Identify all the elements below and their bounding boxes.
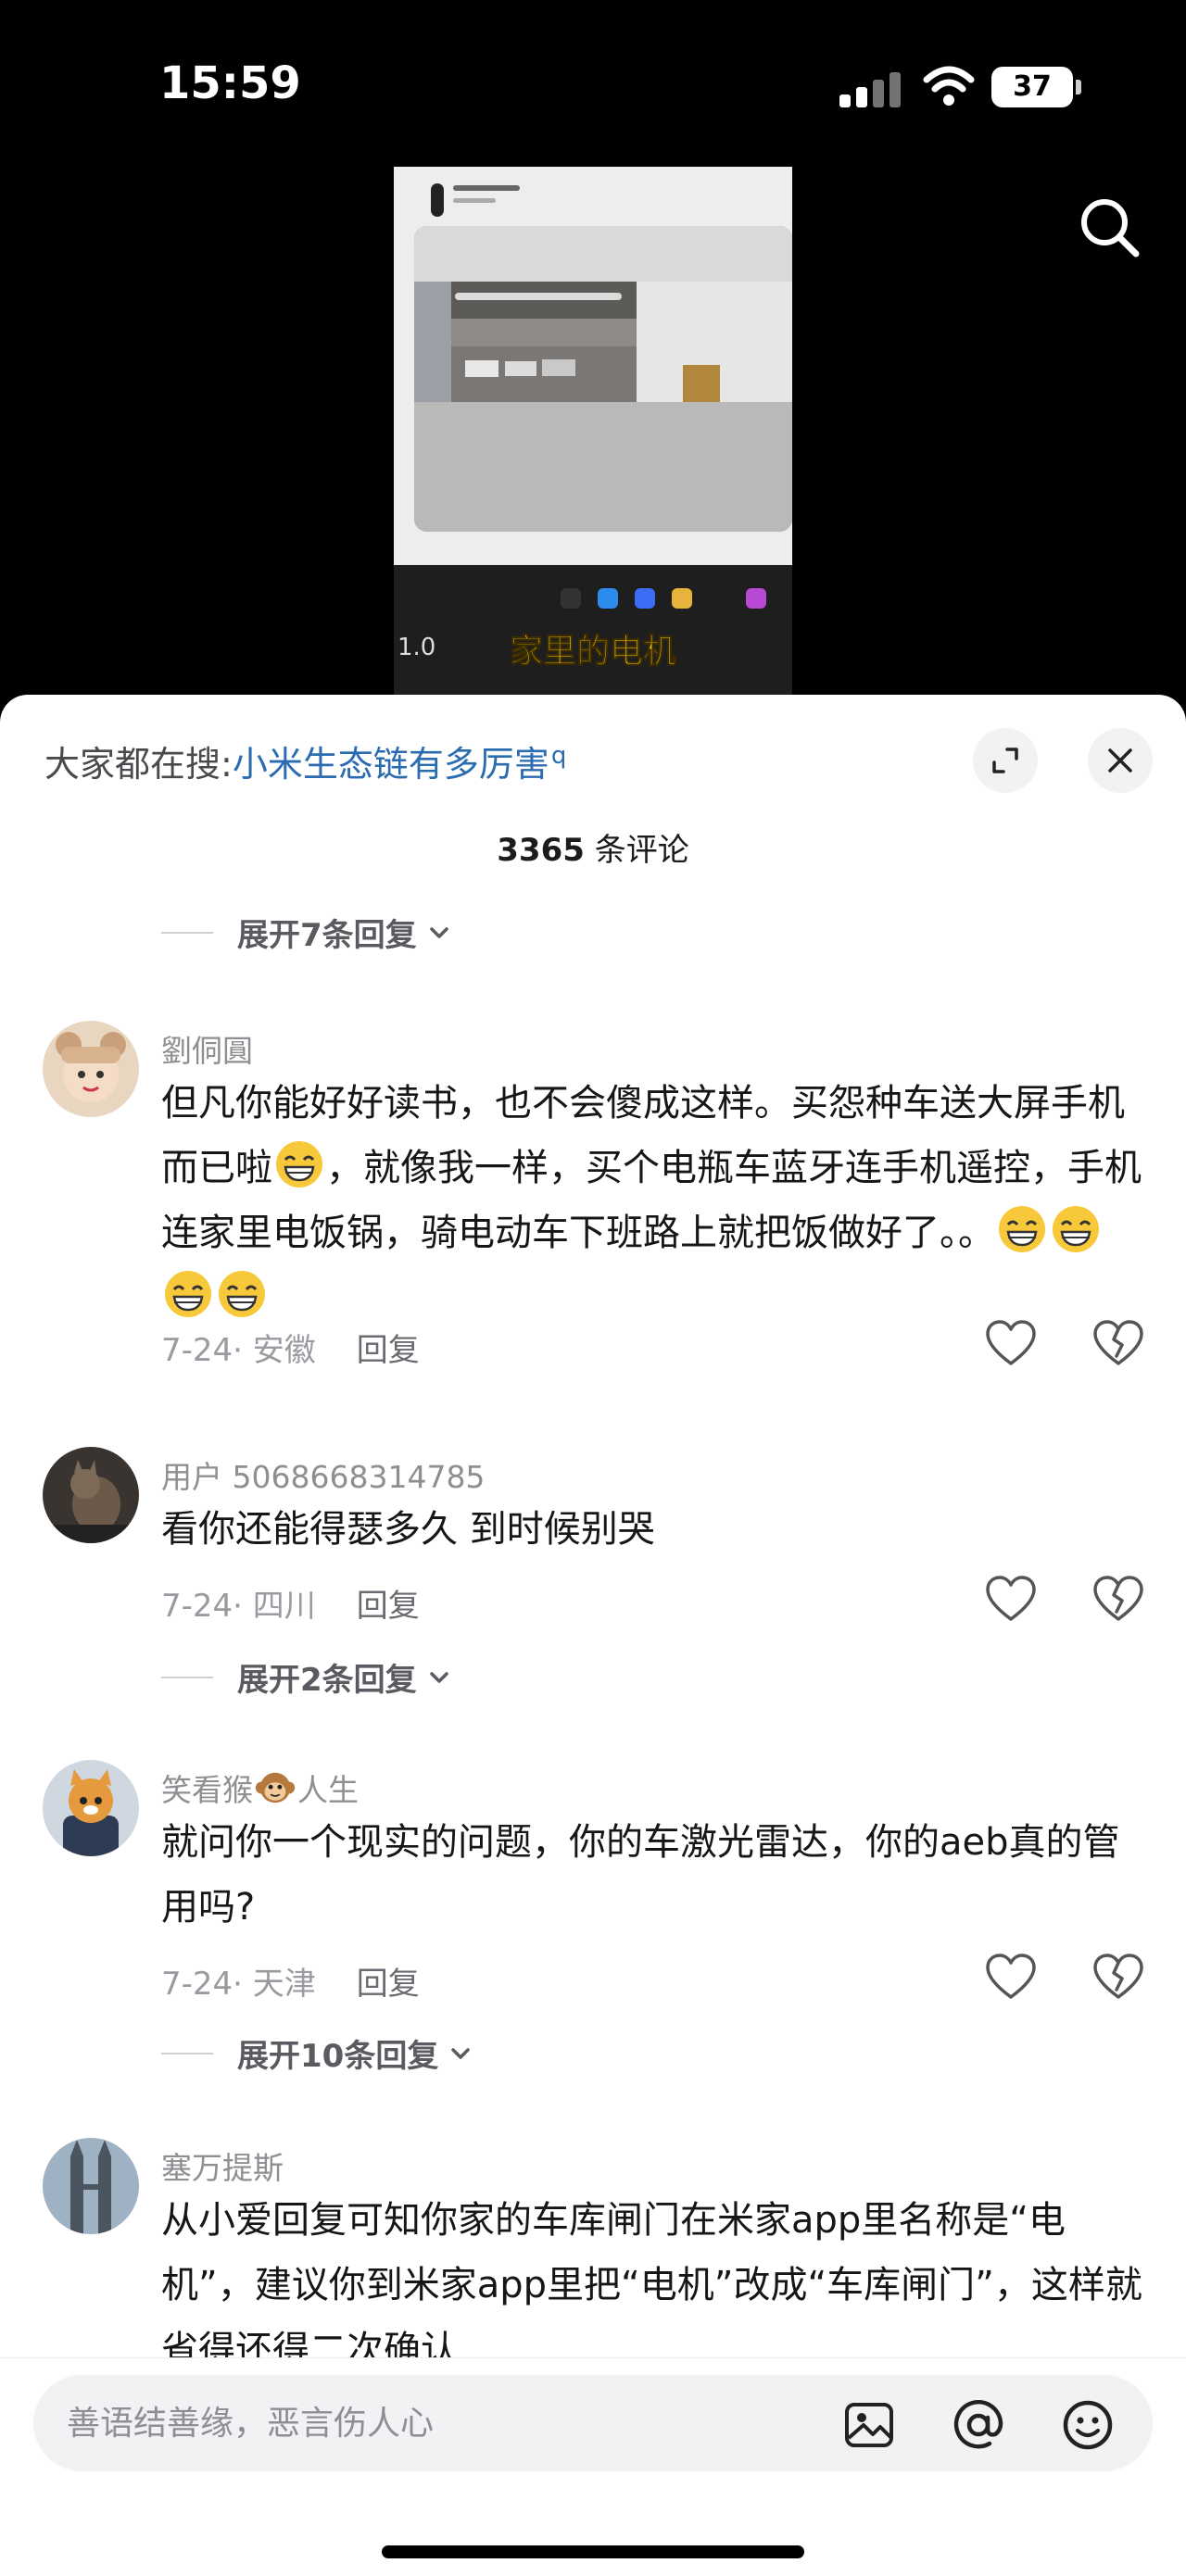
- broken-heart-icon[interactable]: [1091, 1953, 1145, 2001]
- camera-feed: [414, 226, 792, 532]
- reply-button[interactable]: 回复: [357, 1332, 420, 1369]
- comment-username[interactable]: 笑看猴 人生: [161, 1766, 359, 1810]
- chevron-down-icon: [430, 926, 448, 938]
- expand-icon: [992, 748, 1018, 773]
- broken-heart-icon[interactable]: [1091, 1319, 1145, 1367]
- avatar[interactable]: [43, 1447, 139, 1543]
- grin-emoji-icon: [1053, 1206, 1099, 1252]
- heart-icon[interactable]: [984, 1953, 1038, 2001]
- close-icon: [1108, 748, 1132, 773]
- comment-meta: 7-24· 天津 回复: [161, 1966, 420, 2003]
- avatar[interactable]: [43, 2138, 139, 2234]
- comment-username-part2: 人生: [297, 1772, 359, 1808]
- comment-text: 就问你一个现实的问题，你的车激光雷达，你的aeb真的管用吗?: [161, 1821, 1120, 1929]
- comment-count-suffix: 条评论: [584, 832, 689, 869]
- grin-emoji-icon: [276, 1141, 322, 1187]
- heart-icon[interactable]: [984, 1319, 1038, 1367]
- search-small-icon: ԛ: [550, 742, 567, 771]
- grin-emoji-icon: [219, 1271, 265, 1317]
- hot-search-prefix: 大家都在搜:: [44, 744, 233, 785]
- comment-item: 塞万提斯 从小爱回复可知你家的车库闸门在米家app里名称是“电机”，建议你到米家…: [0, 2138, 1186, 2360]
- hot-search-keyword[interactable]: 小米生态链有多厉害: [233, 744, 549, 785]
- expand-replies-label: 展开7条回复: [237, 917, 417, 954]
- status-time: 15:59: [159, 57, 301, 109]
- comment-input-container[interactable]: [33, 2375, 1153, 2471]
- battery-indicator: 37: [991, 67, 1081, 107]
- comment-username-part1: 笑看猴: [161, 1772, 253, 1808]
- dock-icons: [561, 588, 783, 612]
- comment-input-bar: [0, 2357, 1186, 2576]
- emoji-icon[interactable]: [1060, 2397, 1116, 2453]
- video-player[interactable]: 1.0 家里的电机: [394, 167, 792, 704]
- expand-button[interactable]: [973, 728, 1038, 793]
- comment-sheet: 大家都在搜:小米生态链有多厉害ԛ 3365 条评论 展开7条回复 劉侗圓 但凡你…: [0, 695, 1186, 2576]
- expand-replies-label: 展开2条回复: [237, 1662, 417, 1699]
- wifi-icon: [923, 66, 975, 106]
- broken-heart-icon[interactable]: [1091, 1575, 1145, 1623]
- monkey-emoji-icon: [255, 1772, 296, 1803]
- comment-text: 从小爱回复可知你家的车库闸门在米家app里名称是“电机”，建议你到米家app里把…: [161, 2199, 1142, 2360]
- grin-emoji-icon: [165, 1271, 211, 1317]
- device-header: [431, 180, 635, 217]
- comment-meta: 7-24· 安徽 回复: [161, 1332, 420, 1369]
- comment-input[interactable]: [67, 2375, 826, 2471]
- comment-username[interactable]: 塞万提斯: [161, 2143, 284, 2188]
- expand-replies-button[interactable]: 展开2条回复: [161, 1654, 451, 1699]
- comment-text: 看你还能得瑟多久 到时候别哭: [161, 1508, 655, 1551]
- avatar[interactable]: [43, 1021, 139, 1117]
- avatar[interactable]: [43, 1760, 139, 1856]
- comment-date: 7-24: [161, 1966, 233, 2003]
- image-icon[interactable]: [841, 2397, 897, 2453]
- comment-date: 7-24: [161, 1332, 233, 1369]
- battery-level: 37: [1013, 70, 1052, 103]
- comment-text: 但凡你能好好读书，也不会傻成这样。买怨种车送大屏手机而已啦 ，就像我一样，买个电瓶…: [161, 1071, 1153, 1330]
- expand-replies-label: 展开10条回复: [237, 2038, 439, 2075]
- comment-location: 四川: [252, 1588, 316, 1625]
- comment-date: 7-24: [161, 1588, 233, 1625]
- reply-button[interactable]: 回复: [357, 1588, 420, 1625]
- close-button[interactable]: [1088, 728, 1153, 793]
- comment-meta: 7-24· 四川 回复: [161, 1588, 420, 1625]
- cellular-signal-icon: [839, 72, 901, 107]
- comment-count: 3365 条评论: [0, 824, 1186, 870]
- reply-button[interactable]: 回复: [357, 1966, 420, 2003]
- grin-emoji-icon: [999, 1206, 1045, 1252]
- home-indicator: [382, 2545, 804, 2558]
- comment-count-number: 3365: [497, 832, 585, 869]
- at-icon[interactable]: [951, 2397, 1006, 2453]
- comment-location: 天津: [252, 1966, 316, 2003]
- search-icon[interactable]: [1075, 193, 1145, 263]
- status-bar: 15:59 37: [0, 0, 1186, 176]
- expand-replies-button[interactable]: 展开10条回复: [161, 2030, 473, 2075]
- comment-username[interactable]: 用户 5068668314785: [161, 1452, 485, 1497]
- chevron-down-icon: [430, 1671, 448, 1683]
- expand-replies-button[interactable]: 展开7条回复: [161, 910, 451, 954]
- comment-username[interactable]: 劉侗圓: [161, 1026, 253, 1071]
- heart-icon[interactable]: [984, 1575, 1038, 1623]
- hot-search-bar[interactable]: 大家都在搜:小米生态链有多厉害ԛ: [44, 735, 566, 786]
- chevron-down-icon: [451, 2047, 471, 2059]
- video-caption: 家里的电机: [509, 633, 676, 672]
- comment-location: 安徽: [252, 1332, 316, 1369]
